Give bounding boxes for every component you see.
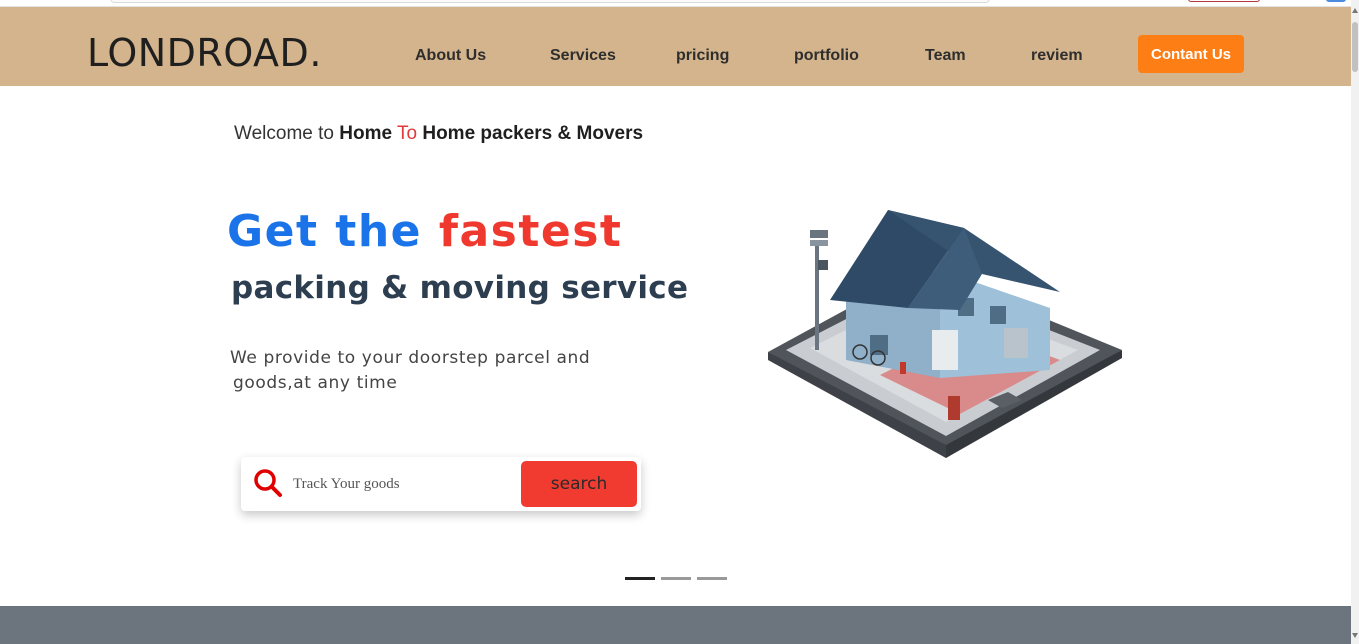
nav-portfolio[interactable]: portfolio (794, 47, 859, 65)
scroll-down-arrow-icon[interactable] (1352, 633, 1358, 638)
browser-red-button[interactable] (1188, 0, 1260, 2)
hero-description: We provide to your doorstep parcel and g… (230, 346, 610, 396)
search-button[interactable]: search (521, 461, 637, 507)
nav-pricing[interactable]: pricing (676, 47, 729, 65)
carousel-indicators (625, 577, 727, 580)
welcome-line: Welcome to Home To Home packers & Movers (234, 123, 643, 145)
nav-team[interactable]: Team (925, 47, 966, 65)
nav-services[interactable]: Services (550, 47, 616, 65)
navbar: LONDROAD. About Us Services pricing port… (0, 7, 1351, 86)
carousel-indicator-3[interactable] (697, 577, 727, 580)
scrollbar-thumb[interactable] (1352, 22, 1358, 72)
headline-part-2: fastest (438, 206, 623, 257)
carousel-indicator-2[interactable] (661, 577, 691, 580)
welcome-rest: Home packers & Movers (422, 123, 644, 144)
welcome-to: To (396, 123, 418, 144)
address-bar[interactable] (110, 0, 990, 3)
tracking-form: search (241, 457, 641, 511)
search-icon (254, 469, 282, 497)
nav-review[interactable]: reviem (1031, 47, 1083, 65)
hero-headline: Get the fastest (227, 206, 622, 257)
browser-profile-icon[interactable] (1326, 0, 1346, 2)
desc-line-2: goods,at any time (233, 373, 398, 393)
next-section-band (0, 606, 1351, 644)
browser-top-strip (0, 0, 1351, 7)
welcome-home: Home (339, 123, 393, 144)
page-scrollbar[interactable] (1351, 0, 1359, 644)
desc-line-1: We provide to your doorstep parcel and (230, 348, 591, 368)
contact-us-button[interactable]: Contant Us (1138, 35, 1244, 73)
headline-part-1: Get the (227, 206, 423, 257)
track-goods-input[interactable] (293, 469, 513, 499)
carousel-indicator-1[interactable] (625, 577, 655, 580)
hero-subheadline: packing & moving service (231, 270, 689, 306)
site-logo[interactable]: LONDROAD. (87, 31, 322, 75)
welcome-prefix: Welcome to (234, 123, 334, 144)
nav-about-us[interactable]: About Us (415, 47, 486, 65)
house-illustration (768, 210, 1122, 458)
scroll-up-arrow-icon[interactable] (1352, 8, 1358, 13)
